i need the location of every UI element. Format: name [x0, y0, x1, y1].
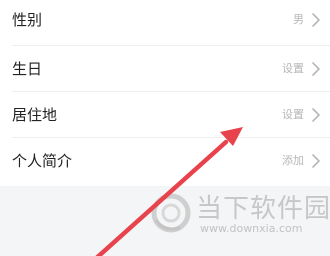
chevron-right-icon [312, 62, 320, 76]
gender-value: 男 [293, 13, 304, 26]
watermark-brand: 当下软件园 [196, 194, 330, 224]
screen: 性别 男 生日 设置 居住地 设置 个人简介 添加 当下软件园 www.down… [0, 0, 330, 256]
profile-settings-list: 性别 男 生日 设置 居住地 设置 个人简介 添加 [0, 0, 330, 186]
bio-label: 个人简介 [12, 152, 73, 170]
bio-row[interactable]: 个人简介 添加 [0, 138, 330, 184]
chevron-right-icon [312, 154, 320, 168]
watermark: 当下软件园 www.downxia.com [150, 186, 330, 242]
residence-row[interactable]: 居住地 设置 [0, 92, 330, 138]
birthday-label: 生日 [12, 60, 43, 78]
chevron-right-icon [312, 108, 320, 122]
residence-value: 设置 [282, 108, 304, 121]
residence-label: 居住地 [12, 106, 58, 124]
gender-label: 性别 [12, 11, 43, 29]
watermark-logo-icon [151, 193, 191, 233]
bio-value: 添加 [282, 154, 304, 167]
gender-row[interactable]: 性别 男 [0, 0, 330, 46]
chevron-right-icon [312, 13, 320, 27]
birthday-value: 设置 [282, 62, 304, 75]
birthday-row[interactable]: 生日 设置 [0, 46, 330, 92]
watermark-url: www.downxia.com [200, 222, 303, 235]
